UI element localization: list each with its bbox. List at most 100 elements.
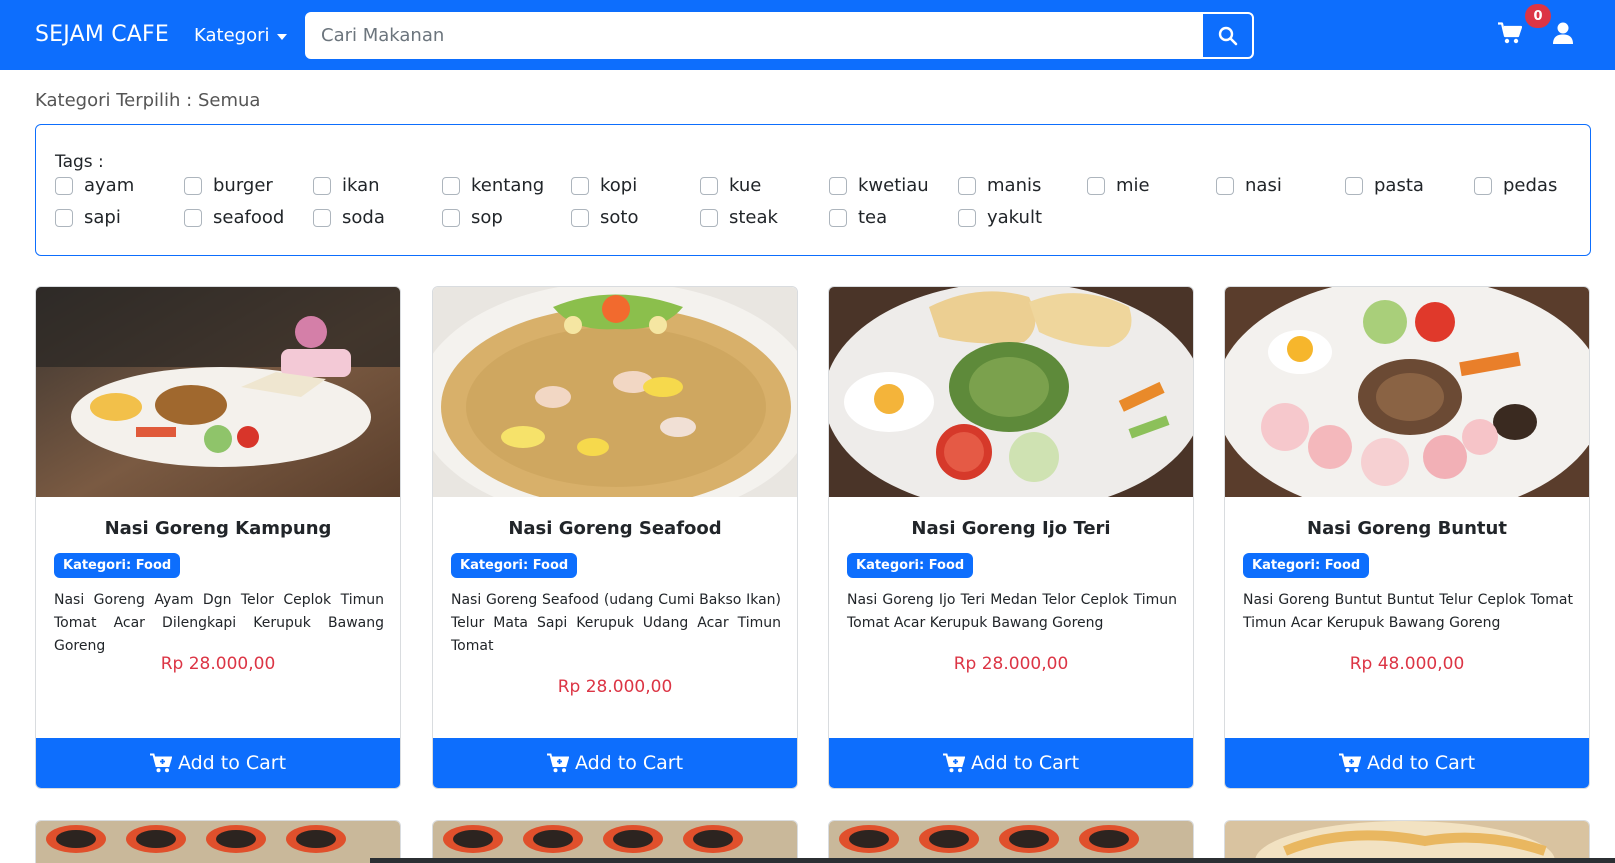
product-description: Nasi Goreng Ayam Dgn Telor Ceplok Timun … [54, 592, 384, 654]
tag-seafood[interactable]: seafood [184, 207, 284, 228]
product-price: Rp 28.000,00 [557, 677, 673, 697]
product-card: Nasi Goreng Ijo Teri Kategori: Food Nasi… [828, 286, 1194, 789]
product-image [36, 287, 400, 497]
add-to-cart-button[interactable]: Add to Cart [829, 738, 1193, 788]
tag-pasta[interactable]: pasta [1345, 175, 1424, 196]
product-name: Nasi Goreng Ijo Teri [911, 518, 1111, 539]
user-button[interactable] [1553, 22, 1577, 48]
tag-kue[interactable]: kue [700, 175, 761, 196]
product-card-partial [35, 820, 401, 863]
category-badge: Kategori: Food [1243, 553, 1370, 578]
search-bar [305, 12, 1254, 59]
tag-mie[interactable]: mie [1087, 175, 1150, 196]
add-to-cart-label: Add to Cart [1366, 752, 1476, 774]
tag-yakult[interactable]: yakult [958, 207, 1042, 228]
cart-plus-icon [546, 753, 569, 773]
add-to-cart-button[interactable]: Add to Cart [36, 738, 400, 788]
checkbox[interactable] [55, 176, 73, 195]
checkbox[interactable] [1216, 176, 1234, 195]
caret-down-icon [276, 33, 287, 40]
cart-plus-icon [149, 753, 172, 773]
checkbox[interactable] [700, 176, 718, 195]
add-to-cart-label: Add to Cart [177, 752, 287, 774]
checkbox[interactable] [184, 176, 202, 195]
cart-button[interactable] [1498, 22, 1528, 50]
product-image [829, 821, 1193, 863]
product-price: Rp 48.000,00 [1349, 654, 1465, 674]
brand-logo[interactable]: SEJAM CAFE [35, 22, 169, 47]
user-icon [1553, 22, 1573, 44]
cart-plus-icon [942, 753, 965, 773]
product-image [433, 821, 797, 863]
search-input[interactable] [307, 14, 1203, 57]
checkbox[interactable] [1345, 176, 1363, 195]
navbar: SEJAM CAFE Kategori 0 [0, 0, 1615, 70]
product-name: Nasi Goreng Buntut [1307, 518, 1507, 539]
checkbox[interactable] [829, 208, 847, 227]
product-image [1225, 287, 1589, 497]
product-name: Nasi Goreng Kampung [104, 518, 332, 539]
tag-sapi[interactable]: sapi [55, 207, 121, 228]
checkbox[interactable] [700, 208, 718, 227]
add-to-cart-button[interactable]: Add to Cart [433, 738, 797, 788]
checkbox[interactable] [1474, 176, 1492, 195]
product-card-partial [1224, 820, 1590, 863]
tag-soto[interactable]: soto [571, 207, 638, 228]
category-badge: Kategori: Food [54, 553, 181, 578]
cart-icon [1498, 22, 1523, 44]
product-name: Nasi Goreng Seafood [508, 518, 722, 539]
tag-burger[interactable]: burger [184, 175, 273, 196]
checkbox[interactable] [571, 208, 589, 227]
tag-manis[interactable]: manis [958, 175, 1041, 196]
checkbox[interactable] [55, 208, 73, 227]
cart-plus-icon [1338, 753, 1361, 773]
checkbox[interactable] [829, 176, 847, 195]
tags-title: Tags : [55, 152, 104, 172]
product-card-partial [828, 820, 1194, 863]
product-image [1225, 821, 1589, 863]
product-price: Rp 28.000,00 [953, 654, 1069, 674]
tag-steak[interactable]: steak [700, 207, 778, 228]
category-badge: Kategori: Food [847, 553, 974, 578]
tag-pedas[interactable]: pedas [1474, 175, 1557, 196]
tag-nasi[interactable]: nasi [1216, 175, 1282, 196]
tag-soda[interactable]: soda [313, 207, 385, 228]
checkbox[interactable] [313, 176, 331, 195]
checkbox[interactable] [313, 208, 331, 227]
kategori-dropdown[interactable]: Kategori [194, 25, 287, 46]
cart-count-badge: 0 [1525, 4, 1551, 28]
add-to-cart-label: Add to Cart [574, 752, 684, 774]
tag-kentang[interactable]: kentang [442, 175, 544, 196]
product-description: Nasi Goreng Buntut Buntut Telur Ceplok T… [1243, 592, 1573, 631]
product-description: Nasi Goreng Seafood (udang Cumi Bakso Ik… [451, 592, 781, 654]
checkbox[interactable] [958, 176, 976, 195]
checkbox[interactable] [958, 208, 976, 227]
checkbox[interactable] [442, 176, 460, 195]
tag-kopi[interactable]: kopi [571, 175, 637, 196]
bottom-bar [370, 858, 1615, 863]
product-image [36, 821, 400, 863]
product-card-partial [432, 820, 798, 863]
product-price: Rp 28.000,00 [160, 654, 276, 674]
product-image [829, 287, 1193, 497]
checkbox[interactable] [442, 208, 460, 227]
category-badge: Kategori: Food [451, 553, 578, 578]
tag-ikan[interactable]: ikan [313, 175, 380, 196]
tag-tea[interactable]: tea [829, 207, 887, 228]
tags-filter-box: Tags : ayam burger ikan kentang kopi kue… [35, 124, 1591, 256]
selected-category-label: Kategori Terpilih : Semua [35, 90, 261, 111]
tag-kwetiau[interactable]: kwetiau [829, 175, 929, 196]
search-button[interactable] [1203, 14, 1252, 57]
tag-ayam[interactable]: ayam [55, 175, 134, 196]
product-image [433, 287, 797, 497]
tag-sop[interactable]: sop [442, 207, 503, 228]
add-to-cart-label: Add to Cart [970, 752, 1080, 774]
checkbox[interactable] [1087, 176, 1105, 195]
product-card: Nasi Goreng Seafood Kategori: Food Nasi … [432, 286, 798, 789]
checkbox[interactable] [184, 208, 202, 227]
kategori-label: Kategori [194, 25, 270, 46]
add-to-cart-button[interactable]: Add to Cart [1225, 738, 1589, 788]
product-card: Nasi Goreng Kampung Kategori: Food Nasi … [35, 286, 401, 789]
checkbox[interactable] [571, 176, 589, 195]
product-description: Nasi Goreng Ijo Teri Medan Telor Ceplok … [847, 592, 1177, 631]
